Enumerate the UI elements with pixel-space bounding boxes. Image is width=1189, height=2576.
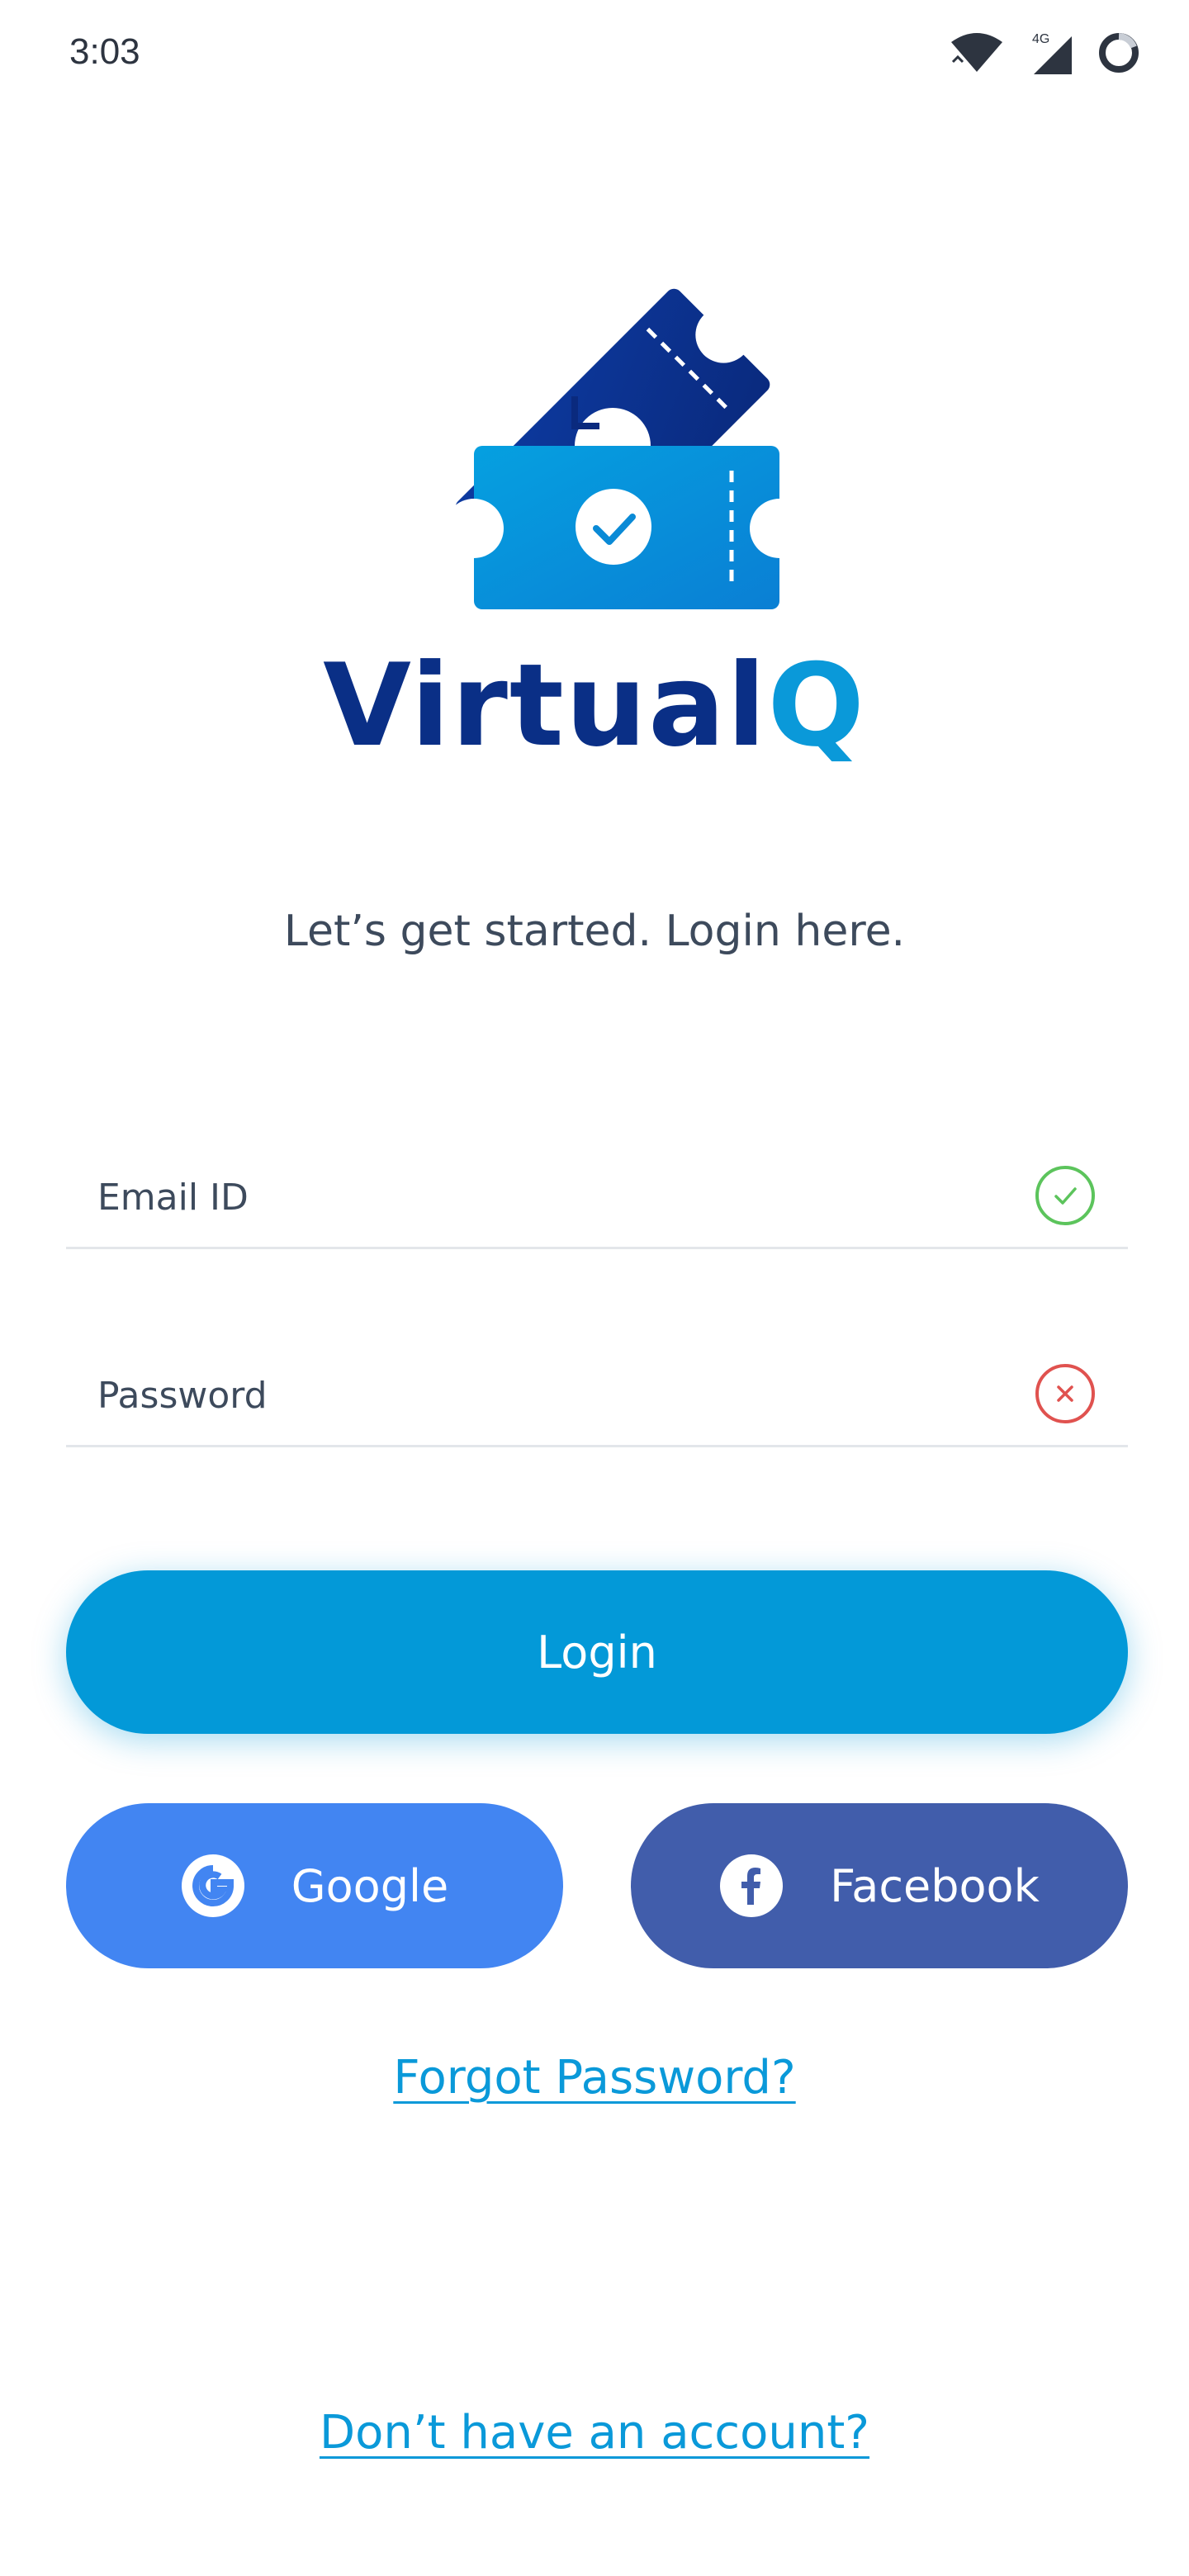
google-icon	[181, 1854, 244, 1917]
wifi-icon	[951, 33, 1002, 72]
google-button-label: Google	[291, 1859, 449, 1912]
password-field	[66, 1329, 1128, 1447]
status-icons: 4G	[950, 28, 1141, 78]
password-input[interactable]	[97, 1362, 989, 1428]
facebook-button-label: Facebook	[830, 1859, 1040, 1912]
tagline: Let’s get started. Login here.	[283, 907, 906, 956]
network-type-label: 4G	[1032, 32, 1049, 46]
login-button[interactable]: Login	[66, 1570, 1128, 1734]
facebook-login-button[interactable]: Facebook	[631, 1803, 1128, 1968]
facebook-icon	[720, 1854, 784, 1917]
status-time: 3:03	[69, 31, 140, 72]
ticket-logo-icon	[444, 288, 793, 609]
loading-ring-icon	[1099, 33, 1139, 73]
brand-name-part1: Virtual	[323, 639, 768, 772]
forgot-password-link[interactable]: Forgot Password?	[0, 2051, 1189, 2105]
brand-name: VirtualQ	[0, 644, 1189, 768]
email-field	[66, 1131, 1128, 1249]
check-circle-icon	[1035, 1166, 1095, 1225]
signup-link[interactable]: Don’t have an account?	[0, 2406, 1189, 2460]
email-input[interactable]	[97, 1164, 989, 1230]
login-button-label: Login	[537, 1626, 657, 1679]
brand-name-part2: Q	[767, 639, 866, 772]
x-circle-icon	[1035, 1364, 1095, 1423]
status-bar: 3:03 4G	[0, 0, 1189, 107]
google-login-button[interactable]: Google	[66, 1803, 563, 1968]
cellular-signal-icon: 4G	[1032, 32, 1072, 74]
